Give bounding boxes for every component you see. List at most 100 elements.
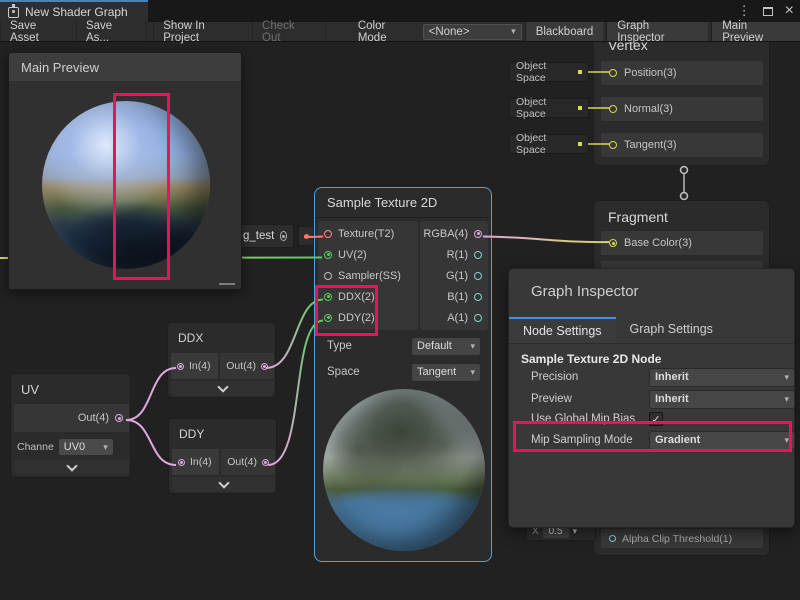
- preview-value: Inherit: [655, 393, 689, 405]
- rgba-output-row[interactable]: RGBA(4): [420, 223, 488, 244]
- ddy-out-port-icon[interactable]: [262, 459, 269, 466]
- alpha-clip-label: Alpha Clip Threshold(1): [622, 533, 732, 545]
- ddx-input-row[interactable]: DDX(2): [318, 286, 418, 307]
- tab-graph-settings[interactable]: Graph Settings: [616, 317, 727, 343]
- uv-collapse-button[interactable]: [14, 460, 129, 475]
- shader-graph-window: Vertex Position(3) Normal(3) Tangent(3) …: [0, 0, 800, 600]
- tab-node-settings[interactable]: Node Settings: [509, 317, 616, 343]
- uv-input-row[interactable]: UV(2): [318, 244, 418, 265]
- ddx-port-icon[interactable]: [324, 293, 332, 301]
- space-label: Space: [327, 366, 360, 378]
- base-color-port-icon[interactable]: [609, 239, 617, 247]
- ddy-in-port-icon[interactable]: [178, 459, 185, 466]
- object-space-label: Object Space: [516, 60, 578, 84]
- channel-dropdown[interactable]: UV0▾: [58, 438, 114, 456]
- expand-icon[interactable]: [280, 231, 287, 241]
- alpha-clip-port-icon[interactable]: [609, 535, 616, 542]
- r-port-icon[interactable]: [474, 251, 482, 259]
- uv-node-title: UV: [21, 382, 39, 397]
- texture-property-port[interactable]: [298, 226, 314, 246]
- object-space-chip-tangent[interactable]: Object Space: [509, 134, 589, 154]
- preview-label: Preview: [531, 393, 572, 405]
- ddy-in-row[interactable]: In(4): [172, 449, 219, 475]
- base-color-row[interactable]: Base Color(3): [601, 231, 763, 255]
- preview-dropdown[interactable]: Inherit▾: [649, 390, 795, 409]
- color-mode-dropdown[interactable]: <None> ▾: [423, 24, 522, 40]
- vertex-tangent-row[interactable]: Tangent(3): [601, 133, 763, 157]
- ddy-port-label: DDY(2): [338, 312, 375, 324]
- graph-inspector-panel[interactable]: Graph Inspector Node Settings Graph Sett…: [508, 268, 795, 528]
- ddy-collapse-button[interactable]: [172, 477, 275, 492]
- close-icon[interactable]: ×: [785, 5, 794, 17]
- ddx-node[interactable]: DDX In(4) Out(4): [167, 322, 276, 398]
- normal-port-icon[interactable]: [609, 105, 617, 113]
- ddx-collapse-button[interactable]: [171, 381, 274, 396]
- main-preview-toggle-button[interactable]: Main Preview: [711, 22, 800, 41]
- ddx-in-port-icon[interactable]: [177, 363, 184, 370]
- rgba-port-icon[interactable]: [474, 230, 482, 238]
- save-as-button[interactable]: Save As...: [77, 22, 147, 41]
- precision-label: Precision: [531, 371, 578, 383]
- ddy-out-label: Out(4): [227, 456, 257, 468]
- uv-port-icon[interactable]: [324, 251, 332, 259]
- chevron-down-icon: [66, 460, 77, 471]
- position-port-icon[interactable]: [609, 69, 617, 77]
- main-preview-panel[interactable]: Main Preview: [8, 52, 242, 290]
- maximize-icon[interactable]: [763, 7, 773, 16]
- object-space-chip-normal[interactable]: Object Space: [509, 98, 589, 118]
- sampler-port-label: Sampler(SS): [338, 270, 401, 282]
- type-dropdown[interactable]: Default▾: [411, 337, 481, 356]
- precision-dropdown[interactable]: Inherit▾: [649, 368, 795, 387]
- object-space-chip-position[interactable]: Object Space: [509, 62, 589, 82]
- inspector-node-title: Sample Texture 2D Node: [521, 352, 661, 366]
- yellow-dot-icon: [578, 142, 582, 146]
- normal-port-label: Normal(3): [624, 103, 673, 115]
- ddy-out-row[interactable]: Out(4): [221, 449, 275, 475]
- a-port-icon[interactable]: [474, 314, 482, 322]
- tangent-port-icon[interactable]: [609, 141, 617, 149]
- sample-texture-2d-node[interactable]: Sample Texture 2D Texture(T2) UV(2) Samp…: [314, 187, 492, 562]
- shader-graph-icon: [8, 7, 19, 18]
- alpha-clip-row[interactable]: Alpha Clip Threshold(1): [601, 529, 763, 548]
- ddy-node[interactable]: DDY In(4) Out(4): [168, 418, 277, 494]
- uv-out-port-icon[interactable]: [115, 414, 123, 422]
- object-space-label: Object Space: [516, 132, 578, 156]
- vertex-position-row[interactable]: Position(3): [601, 61, 763, 85]
- ddx-out-row[interactable]: Out(4): [220, 353, 274, 379]
- color-mode-label: Color Mode: [358, 20, 417, 44]
- ddy-port-icon[interactable]: [324, 314, 332, 322]
- texture-port-label: Texture(T2): [338, 228, 394, 240]
- texture-out-port-icon[interactable]: [304, 234, 309, 239]
- ddx-in-label: In(4): [189, 360, 211, 372]
- uv-out-row[interactable]: Out(4): [14, 404, 129, 432]
- b-port-icon[interactable]: [474, 293, 482, 301]
- r-output-row[interactable]: R(1): [420, 244, 488, 265]
- sampler-port-icon[interactable]: [324, 272, 332, 280]
- g-output-row[interactable]: G(1): [420, 265, 488, 286]
- kebab-menu-icon[interactable]: ⋮: [738, 3, 751, 19]
- graph-inspector-toggle-button[interactable]: Graph Inspector: [606, 22, 708, 41]
- r-port-label: R(1): [447, 249, 468, 261]
- a-output-row[interactable]: A(1): [420, 307, 488, 328]
- vertex-normal-row[interactable]: Normal(3): [601, 97, 763, 121]
- blackboard-toggle-button[interactable]: Blackboard: [525, 22, 604, 41]
- object-space-label: Object Space: [516, 96, 578, 120]
- b-output-row[interactable]: B(1): [420, 286, 488, 307]
- sampler-input-row[interactable]: Sampler(SS): [318, 265, 418, 286]
- texture-port-icon[interactable]: [324, 230, 332, 238]
- uv-node[interactable]: UV Out(4) Channe UV0▾: [10, 373, 131, 478]
- output-ports: RGBA(4) R(1) G(1) B(1) A(1): [420, 221, 488, 330]
- space-dropdown[interactable]: Tangent▾: [411, 363, 481, 382]
- chevron-down-icon: [217, 381, 228, 392]
- ddx-out-port-icon[interactable]: [261, 363, 268, 370]
- g-port-icon[interactable]: [474, 272, 482, 280]
- texture-property-node[interactable]: g_test: [236, 224, 294, 248]
- show-in-project-button[interactable]: Show In Project: [153, 22, 253, 41]
- chevron-down-icon: [218, 477, 229, 488]
- ddy-input-row[interactable]: DDY(2): [318, 307, 418, 328]
- ddx-in-row[interactable]: In(4): [171, 353, 218, 379]
- save-asset-button[interactable]: Save Asset: [0, 22, 77, 41]
- toolbar: Save Asset Save As... Show In Project Ch…: [0, 22, 800, 42]
- texture-input-row[interactable]: Texture(T2): [318, 223, 418, 244]
- resize-handle[interactable]: [219, 283, 235, 285]
